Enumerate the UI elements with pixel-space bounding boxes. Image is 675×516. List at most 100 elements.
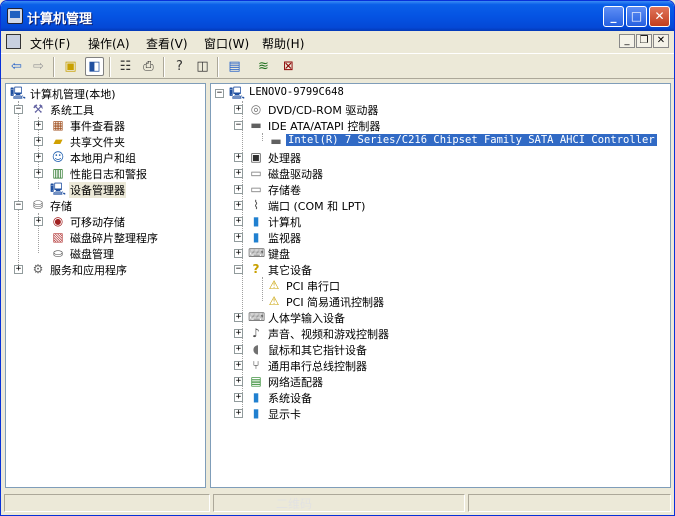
expand-icon[interactable]: +	[34, 217, 43, 226]
defrag-icon: ▧	[52, 230, 64, 244]
collapse-icon[interactable]: −	[14, 105, 23, 114]
device-category-other-devices[interactable]: − ? 其它设备	[234, 261, 654, 277]
tree-item-system-tools[interactable]: − ⚒ 系统工具	[14, 101, 204, 117]
menu-view[interactable]: 查看(V)	[146, 35, 188, 52]
expand-icon[interactable]: +	[234, 313, 243, 322]
expand-icon[interactable]: +	[234, 345, 243, 354]
expand-icon[interactable]: +	[34, 121, 43, 130]
collapse-icon[interactable]: −	[234, 121, 243, 130]
expand-icon[interactable]: +	[234, 105, 243, 114]
expand-icon[interactable]: +	[34, 153, 43, 162]
computer-icon: 🖳	[229, 86, 246, 100]
tree-item-disk-management[interactable]: ⛀ 磁盘管理	[34, 245, 204, 261]
tree-item-removable-storage[interactable]: + ◉ 可移动存储	[34, 213, 204, 229]
console-tree-pane[interactable]: 🖳 计算机管理(本地) − ⚒ 系统工具 + ▦ 事件查看器 + ▰ 共享文件夹…	[5, 83, 206, 488]
device-category-disk-drives[interactable]: + ▭ 磁盘驱动器	[234, 165, 654, 181]
device-category-ports[interactable]: + ⌇ 端口 (COM 和 LPT)	[234, 197, 654, 213]
forward-icon[interactable]: ⇨	[29, 57, 48, 76]
device-label: PCI 串行口	[286, 280, 341, 293]
device-tree-root[interactable]: − 🖳 LENOVO-9799C648	[215, 85, 665, 101]
device-category-usb[interactable]: + ⑂ 通用串行总线控制器	[234, 357, 654, 373]
keyboard-icon: ⌨	[248, 246, 266, 260]
maximize-button[interactable]: □	[626, 6, 647, 27]
print-icon[interactable]: ⎙	[139, 57, 158, 76]
expand-icon[interactable]: +	[14, 265, 23, 274]
device-pci-serial-port[interactable]: ⚠ PCI 串行口	[254, 277, 654, 293]
scan-hardware-icon[interactable]: ▤	[225, 57, 244, 76]
device-category-label: 监视器	[268, 232, 301, 245]
help-icon[interactable]: ?	[170, 57, 189, 76]
up-folder-icon[interactable]: ▣	[61, 57, 80, 76]
menu-window[interactable]: 窗口(W)	[204, 35, 249, 52]
update-driver-icon[interactable]: ≋	[254, 57, 273, 76]
device-category-label: 系统设备	[268, 392, 312, 405]
device-category-system-devices[interactable]: + ▮ 系统设备	[234, 389, 654, 405]
device-category-ide[interactable]: − ▬ IDE ATA/ATAPI 控制器	[234, 117, 654, 133]
tree-item-label: 本地用户和组	[70, 152, 136, 165]
device-category-processor[interactable]: + ▣ 处理器	[234, 149, 654, 165]
tree-item-storage[interactable]: − ⛁ 存储	[14, 197, 204, 213]
expand-icon[interactable]: +	[234, 249, 243, 258]
disable-device-icon[interactable]: ⊠	[279, 57, 298, 76]
device-category-display[interactable]: + ▮ 显示卡	[234, 405, 654, 421]
expand-icon[interactable]: +	[234, 169, 243, 178]
expand-icon[interactable]: +	[234, 361, 243, 370]
monitor-icon: ▮	[252, 230, 260, 244]
expand-icon[interactable]: +	[234, 217, 243, 226]
tree-item-shared-folders[interactable]: + ▰ 共享文件夹	[34, 133, 204, 149]
collapse-icon[interactable]: −	[234, 265, 243, 274]
tree-item-perf-logs[interactable]: + ▥ 性能日志和警报	[34, 165, 204, 181]
close-button[interactable]: ✕	[649, 6, 670, 27]
system-device-icon: ▮	[252, 390, 260, 404]
device-ide-ahci-controller[interactable]: ▬ Intel(R) 7 Series/C216 Chipset Family …	[254, 133, 658, 149]
expand-icon[interactable]: +	[234, 329, 243, 338]
expand-icon[interactable]: +	[234, 201, 243, 210]
tree-item-defrag[interactable]: ▧ 磁盘碎片整理程序	[34, 229, 204, 245]
expand-icon[interactable]: +	[234, 233, 243, 242]
minimize-button[interactable]: _	[603, 6, 624, 27]
device-pci-simple-comm[interactable]: ⚠ PCI 简易通讯控制器	[254, 293, 654, 309]
expand-icon[interactable]: +	[34, 169, 43, 178]
back-icon[interactable]: ⇦	[7, 57, 26, 76]
device-category-computer[interactable]: + ▮ 计算机	[234, 213, 654, 229]
tree-item-services-apps[interactable]: + ⚙ 服务和应用程序	[14, 261, 204, 277]
device-category-monitors[interactable]: + ▮ 监视器	[234, 229, 654, 245]
device-tree-pane[interactable]: − 🖳 LENOVO-9799C648 + ◎ DVD/CD-ROM 驱动器 −…	[210, 83, 671, 488]
expand-icon[interactable]: +	[234, 393, 243, 402]
child-minimize-button[interactable]: _	[619, 34, 635, 48]
device-manager-icon: 🖳	[50, 182, 67, 196]
expand-icon[interactable]: +	[234, 185, 243, 194]
tools-icon: ⚒	[32, 102, 44, 116]
device-category-keyboards[interactable]: + ⌨ 键盘	[234, 245, 654, 261]
device-category-storage-volumes[interactable]: + ▭ 存储卷	[234, 181, 654, 197]
child-restore-button[interactable]: ❐	[636, 34, 652, 48]
device-category-dvd[interactable]: + ◎ DVD/CD-ROM 驱动器	[234, 101, 654, 117]
console-icon[interactable]: ◫	[193, 57, 212, 76]
expand-icon[interactable]: +	[234, 377, 243, 386]
collapse-icon[interactable]: −	[14, 201, 23, 210]
title-bar[interactable]: 计算机管理 _ □ ✕	[1, 1, 674, 31]
device-category-label: 鼠标和其它指针设备	[268, 344, 367, 357]
show-tree-icon[interactable]: ◧	[85, 57, 104, 76]
menu-action[interactable]: 操作(A)	[88, 35, 130, 52]
properties-icon[interactable]: ☷	[116, 57, 135, 76]
device-category-hid[interactable]: + ⌨ 人体学输入设备	[234, 309, 654, 325]
expand-icon[interactable]: +	[234, 409, 243, 418]
tree-item-local-users[interactable]: + ☺ 本地用户和组	[34, 149, 204, 165]
child-close-button[interactable]: ✕	[653, 34, 669, 48]
status-bar: 二维码	[1, 491, 674, 515]
menu-file[interactable]: 文件(F)	[30, 35, 70, 52]
collapse-icon[interactable]: −	[215, 89, 224, 98]
expand-icon[interactable]: +	[34, 137, 43, 146]
device-category-sound[interactable]: + ♪ 声音、视频和游戏控制器	[234, 325, 654, 341]
tree-item-root[interactable]: 🖳 计算机管理(本地)	[10, 85, 205, 101]
menu-help[interactable]: 帮助(H)	[262, 35, 304, 52]
console-window-icon[interactable]	[6, 34, 21, 49]
tree-item-event-viewer[interactable]: + ▦ 事件查看器	[34, 117, 204, 133]
tree-item-device-manager[interactable]: 🖳 设备管理器	[34, 181, 204, 198]
device-category-label: IDE ATA/ATAPI 控制器	[268, 120, 381, 133]
expand-icon[interactable]: +	[234, 153, 243, 162]
device-category-mice[interactable]: + ◖ 鼠标和其它指针设备	[234, 341, 654, 357]
device-category-network[interactable]: + ▤ 网络适配器	[234, 373, 654, 389]
tree-item-label: 计算机管理(本地)	[30, 88, 116, 101]
